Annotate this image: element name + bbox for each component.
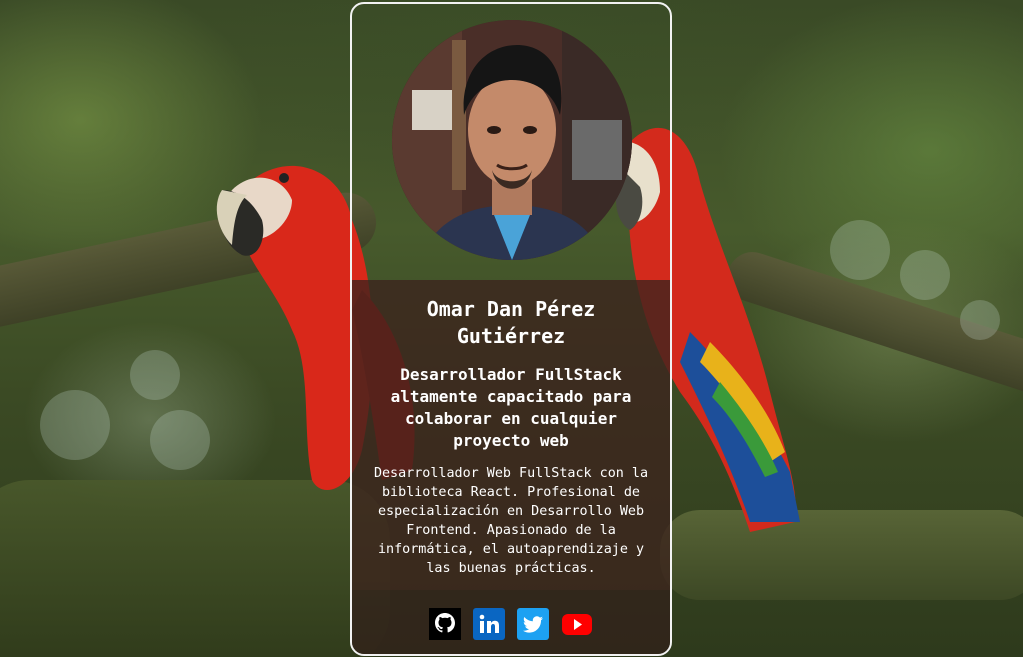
profile-name: Omar Dan Pérez Gutiérrez (426, 297, 596, 348)
profile-card: Omar Dan Pérez Gutiérrez Desarrollador F… (350, 2, 672, 656)
profile-bio: Desarrollador Web FullStack con la bibli… (373, 466, 649, 576)
youtube-icon[interactable] (561, 608, 593, 640)
avatar (392, 20, 632, 260)
profile-info-panel: Omar Dan Pérez Gutiérrez Desarrollador F… (352, 280, 670, 590)
profile-headline: Desarrollador FullStack altamente capaci… (390, 365, 632, 450)
avatar-photo (392, 20, 632, 260)
social-links (352, 590, 670, 654)
linkedin-icon[interactable] (473, 608, 505, 640)
github-icon[interactable] (429, 608, 461, 640)
twitter-icon[interactable] (517, 608, 549, 640)
